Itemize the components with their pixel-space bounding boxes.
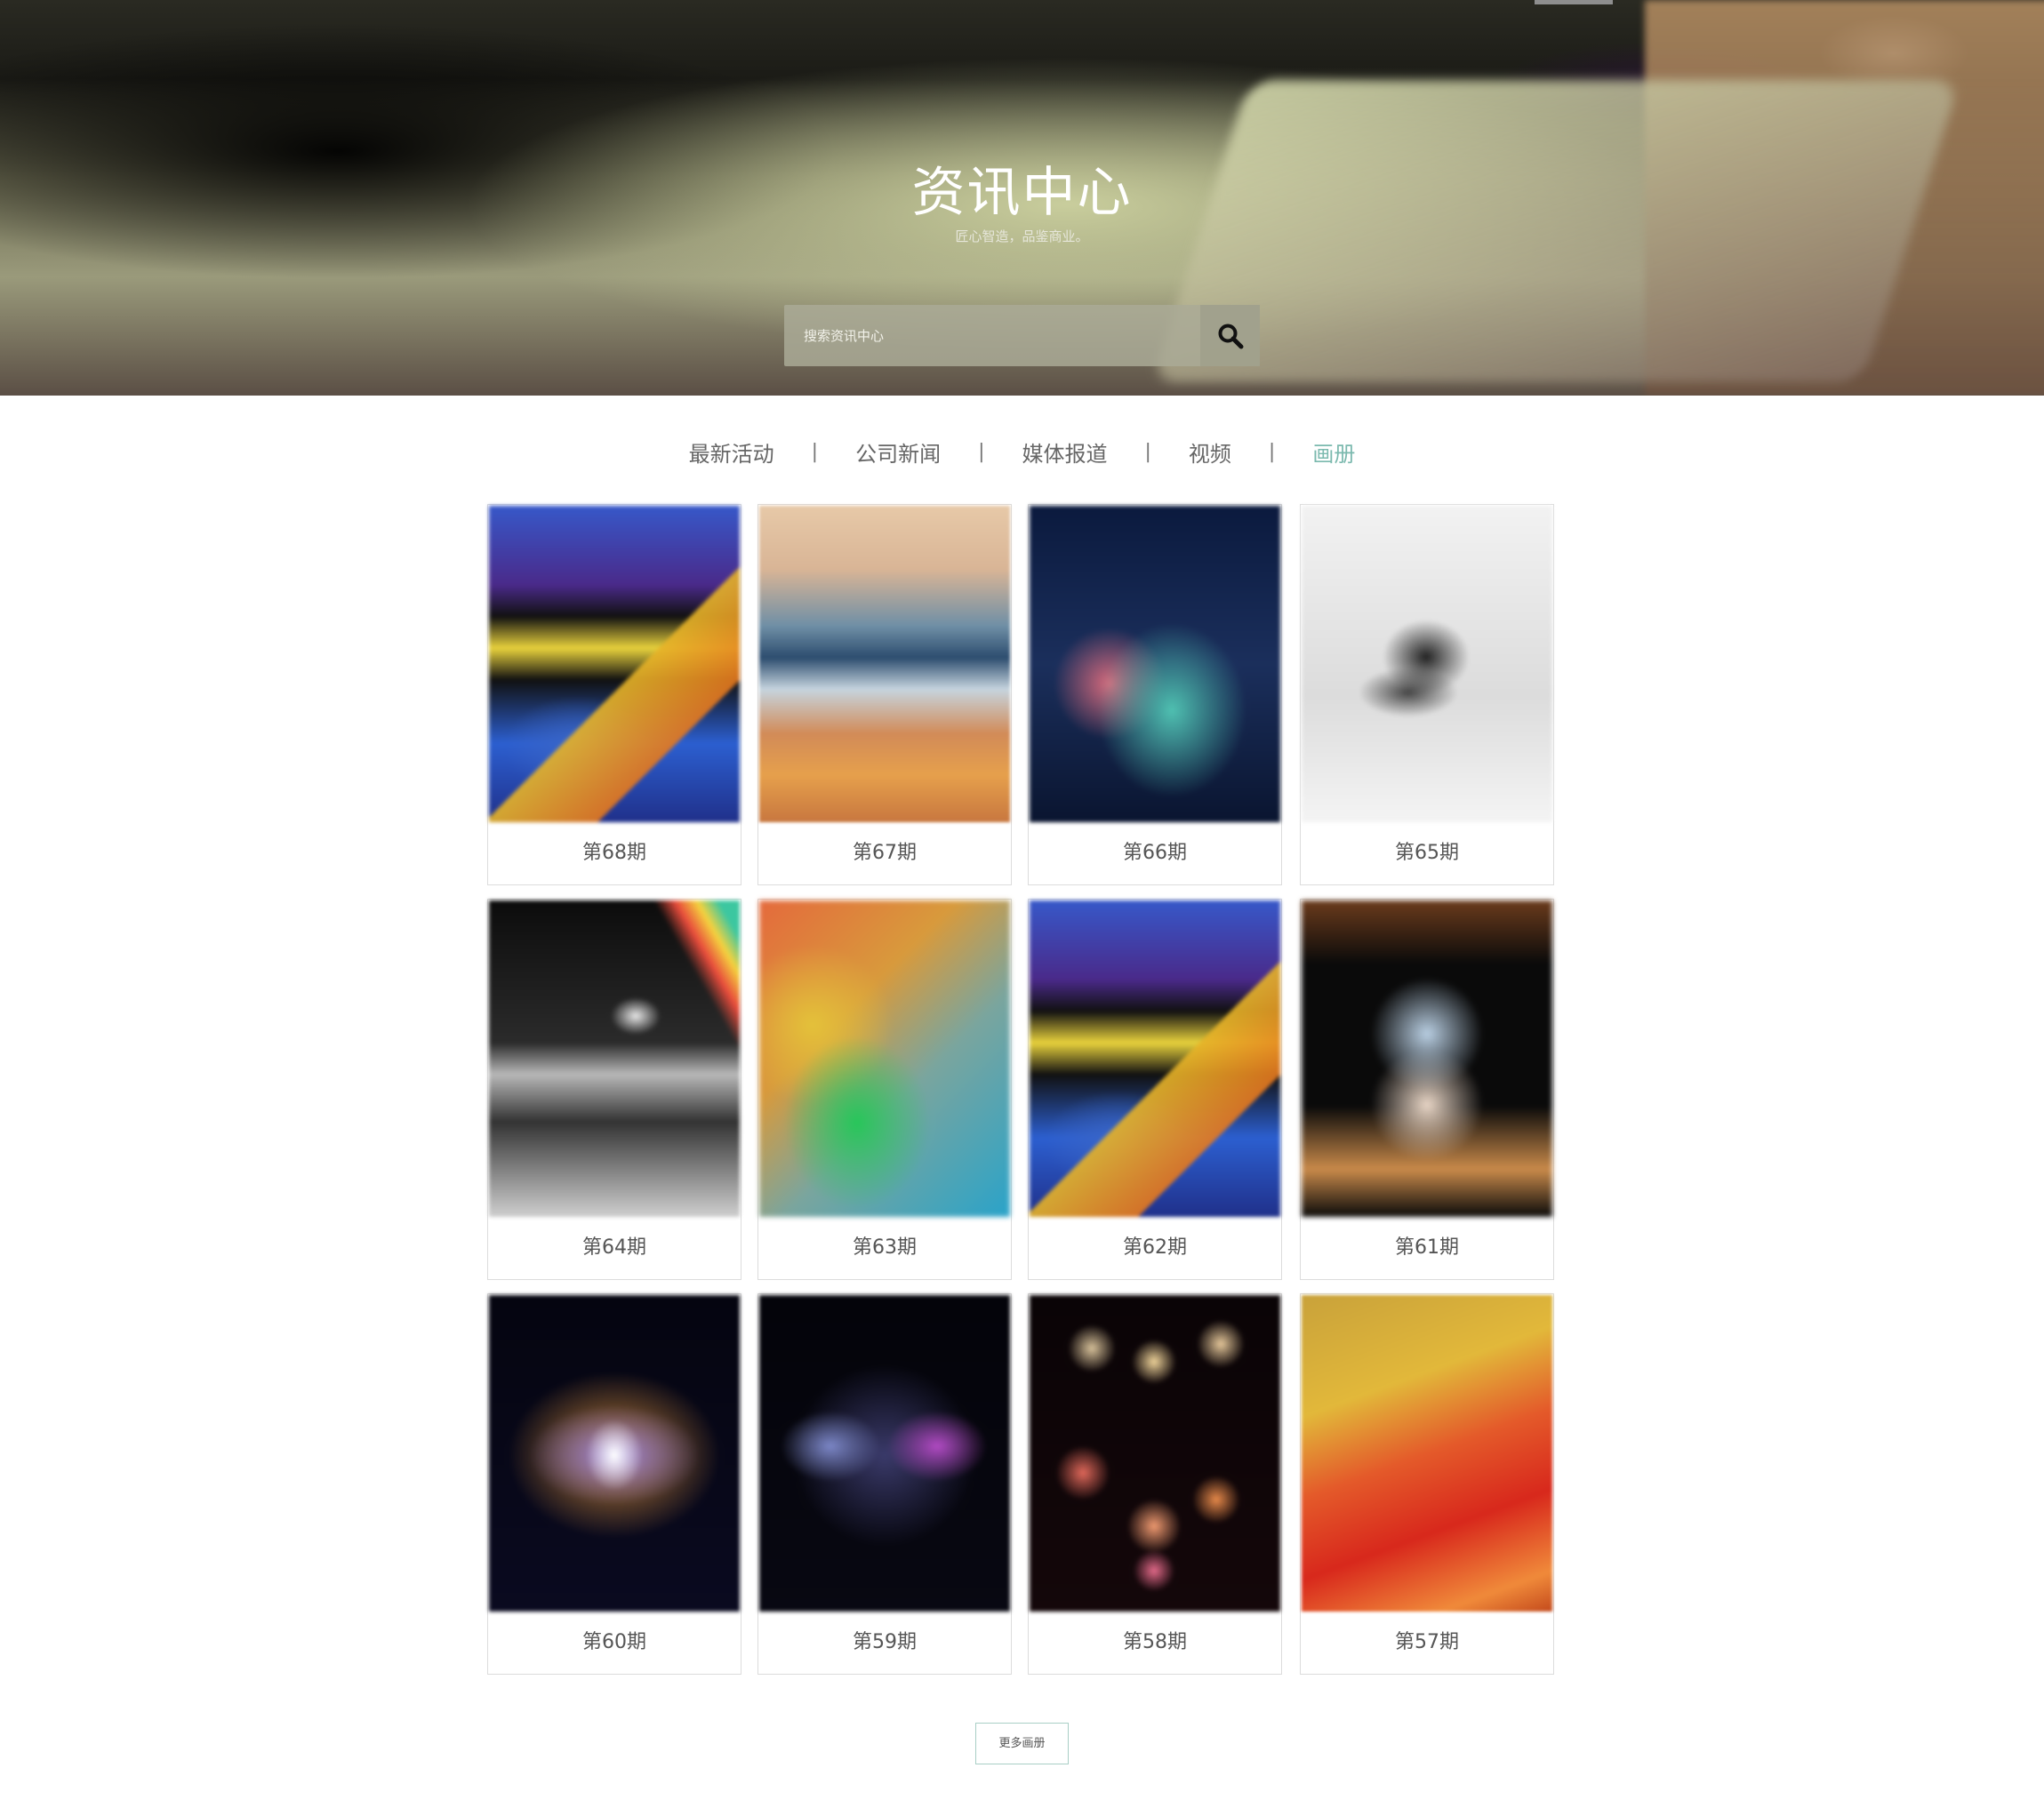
search-icon	[1218, 324, 1243, 348]
search-button[interactable]	[1200, 305, 1260, 366]
album-card[interactable]: 第64期	[487, 899, 741, 1280]
tab-videos[interactable]: 视频	[1189, 436, 1231, 468]
tab-separator: |	[978, 440, 985, 463]
tab-separator: |	[1144, 440, 1151, 463]
album-card[interactable]: 第58期	[1028, 1293, 1282, 1675]
album-card[interactable]: 第57期	[1300, 1293, 1554, 1675]
album-cover-image[interactable]	[759, 900, 1010, 1217]
album-card[interactable]: 第60期	[487, 1293, 741, 1675]
album-cover-image[interactable]	[1030, 1295, 1280, 1612]
album-title: 第63期	[853, 1236, 917, 1259]
album-cover-image[interactable]	[1030, 900, 1280, 1217]
tab-company-news[interactable]: 公司新闻	[855, 436, 941, 468]
album-title: 第66期	[1123, 842, 1187, 864]
page-subtitle: 匠心智造，品鉴商业。	[955, 228, 1089, 244]
more-albums-button[interactable]: 更多画册	[975, 1723, 1069, 1764]
album-title: 第57期	[1395, 1631, 1459, 1653]
album-title: 第62期	[1123, 1236, 1187, 1259]
album-card[interactable]: 第61期	[1300, 899, 1554, 1280]
search-bar	[784, 305, 1260, 366]
album-card[interactable]: 第63期	[757, 899, 1012, 1280]
page-title: 资讯中心	[911, 162, 1133, 224]
category-tabs: 最新活动 | 公司新闻 | 媒体报道 | 视频 | 画册	[0, 434, 2044, 469]
album-card[interactable]: 第66期	[1028, 504, 1282, 885]
tab-latest-activities[interactable]: 最新活动	[689, 436, 774, 468]
hero-banner: 资讯中心 匠心智造，品鉴商业。	[0, 0, 2044, 396]
album-card[interactable]: 第65期	[1300, 504, 1554, 885]
tab-separator: |	[1268, 440, 1276, 463]
album-title: 第59期	[853, 1631, 917, 1653]
album-title: 第68期	[582, 842, 646, 864]
album-title: 第65期	[1395, 842, 1459, 864]
album-card[interactable]: 第62期	[1028, 899, 1282, 1280]
album-title: 第64期	[582, 1236, 646, 1259]
album-card[interactable]: 第68期	[487, 504, 741, 885]
album-cover-image[interactable]	[489, 1295, 740, 1612]
tab-separator: |	[811, 440, 819, 463]
search-input[interactable]	[784, 305, 1202, 366]
tab-media-reports[interactable]: 媒体报道	[1022, 436, 1108, 468]
album-title: 第58期	[1123, 1631, 1187, 1653]
album-title: 第60期	[582, 1631, 646, 1653]
album-cover-image[interactable]	[489, 900, 740, 1217]
album-title: 第67期	[853, 842, 917, 864]
album-cover-image[interactable]	[1302, 900, 1552, 1217]
tab-albums[interactable]: 画册	[1312, 436, 1355, 468]
album-cover-image[interactable]	[759, 1295, 1010, 1612]
album-cover-image[interactable]	[1302, 1295, 1552, 1612]
album-cover-image[interactable]	[489, 506, 740, 822]
album-card[interactable]: 第59期	[757, 1293, 1012, 1675]
top-indicator	[1535, 0, 1613, 4]
album-cover-image[interactable]	[1030, 506, 1280, 822]
album-title: 第61期	[1395, 1236, 1459, 1259]
album-cover-image[interactable]	[759, 506, 1010, 822]
album-card[interactable]: 第67期	[757, 504, 1012, 885]
album-cover-image[interactable]	[1302, 506, 1552, 822]
